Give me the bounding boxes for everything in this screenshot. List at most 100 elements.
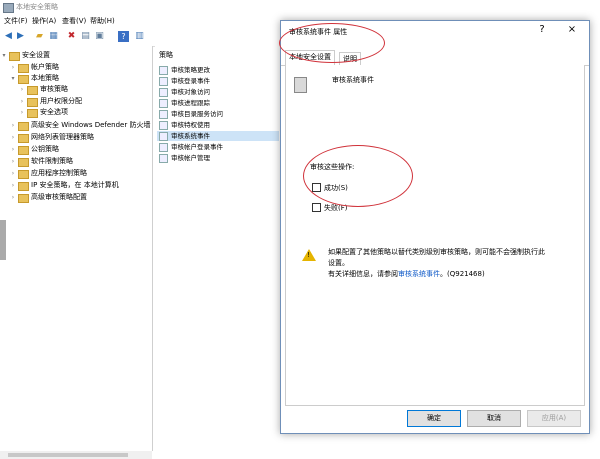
expand-arrow-icon[interactable]: › <box>18 84 26 95</box>
warning-line-2: 设置。 <box>328 259 349 267</box>
forward-icon[interactable]: ▶ <box>15 31 26 42</box>
warning-exclamation: ! <box>307 251 310 259</box>
warning-suffix: 。(Q921468) <box>440 270 485 278</box>
policy-icon <box>159 143 168 152</box>
policy-list-item[interactable]: 审核系统事件 <box>157 131 279 141</box>
annotation-ellipse-title <box>279 23 385 63</box>
expand-arrow-icon[interactable]: › <box>9 156 17 167</box>
tree-node-label: 安全选项 <box>40 108 68 116</box>
back-icon[interactable]: ◀ <box>3 31 14 42</box>
tree-node-label: 高级安全 Windows Defender 防火墙 <box>31 121 151 129</box>
app-icon <box>3 3 14 13</box>
policy-list-item[interactable]: 审核帐户登录事件 <box>157 142 279 152</box>
tree-node-label: 软件限制策略 <box>31 157 73 165</box>
policy-name: 审核系统事件 <box>332 76 374 84</box>
collapse-arrow-icon[interactable]: ▾ <box>9 73 17 84</box>
menu-bar: 文件(F) 操作(A) 查看(V) 帮助(H) <box>0 14 280 28</box>
policy-list-label: 审核登录事件 <box>171 77 210 85</box>
policy-icon <box>159 88 168 97</box>
properties-dialog: 审核系统事件 属性 ? × 本地安全设置 说明 审核系统事件 审核这些操作: 成… <box>279 20 590 434</box>
policy-icon <box>159 121 168 130</box>
scroll-thumb[interactable] <box>8 453 128 457</box>
expand-arrow-icon[interactable]: › <box>9 180 17 191</box>
menu-view[interactable]: 查看(V) <box>62 16 86 26</box>
warning-line-3: 有关详细信息，请参阅审核系统事件。(Q921468) <box>328 269 485 279</box>
menu-action[interactable]: 操作(A) <box>32 16 56 26</box>
folder-icon <box>18 134 29 143</box>
menu-help[interactable]: 帮助(H) <box>90 16 115 26</box>
expand-arrow-icon[interactable]: › <box>9 144 17 155</box>
help-link[interactable]: 审核系统事件 <box>398 270 440 278</box>
list-header[interactable]: 策略 <box>159 50 173 60</box>
policy-server-icon <box>294 77 307 93</box>
warning-prefix: 有关详细信息，请参阅 <box>328 270 398 278</box>
menu-file[interactable]: 文件(F) <box>4 16 28 26</box>
folder-icon <box>18 182 29 191</box>
folder-icon <box>27 86 38 95</box>
expand-arrow-icon[interactable]: › <box>18 96 26 107</box>
tree-pane: ▾ 安全设置 › 帐户策略 ▾ 本地策略 › 审核策略 › 用户权限分配 › 安全选项 › 高级安全 Wi… <box>0 46 153 451</box>
policy-icon <box>159 154 168 163</box>
folder-icon <box>18 146 29 155</box>
folder-icon <box>18 122 29 131</box>
expand-arrow-icon[interactable]: › <box>9 120 17 131</box>
cancel-button[interactable]: 取消 <box>467 410 521 427</box>
help-icon[interactable]: ? <box>118 31 129 42</box>
vertical-scrollbar[interactable] <box>0 220 6 260</box>
policy-icon <box>159 99 168 108</box>
ok-button[interactable]: 确定 <box>407 410 461 427</box>
folder-icon <box>18 64 29 73</box>
policy-list-label: 审核特权使用 <box>171 121 210 129</box>
horizontal-scrollbar[interactable] <box>0 451 152 459</box>
expand-arrow-icon[interactable]: › <box>18 107 26 118</box>
policy-list-item[interactable]: 审核进程跟踪 <box>157 98 279 108</box>
policy-list-label: 审核系统事件 <box>171 132 210 140</box>
expand-arrow-icon[interactable]: › <box>9 62 17 73</box>
policy-list-item[interactable]: 审核登录事件 <box>157 76 279 86</box>
folder-icon <box>9 52 20 61</box>
tree-node-label: 用户权限分配 <box>40 97 82 105</box>
tree-node-label: 安全设置 <box>22 51 50 59</box>
policy-list-item[interactable]: 审核特权使用 <box>157 120 279 130</box>
failure-checkbox[interactable] <box>312 203 321 212</box>
expand-arrow-icon[interactable]: › <box>9 168 17 179</box>
folder-icon <box>18 170 29 179</box>
policy-list-label: 审核对象访问 <box>171 88 210 96</box>
tree-node-label: 帐户策略 <box>31 63 59 71</box>
policy-list-label: 审核目录服务访问 <box>171 110 223 118</box>
apply-button[interactable]: 应用(A) <box>527 410 581 427</box>
policy-icon <box>159 77 168 86</box>
help-button[interactable]: ? <box>535 23 549 37</box>
policy-list-item[interactable]: 审核对象访问 <box>157 87 279 97</box>
warning-line-1: 如果配置了其他策略以替代类别级别审核策略，则可能不会强制执行此 <box>328 248 545 256</box>
expand-arrow-icon[interactable]: › <box>9 192 17 203</box>
close-button[interactable]: × <box>565 23 579 37</box>
delete-icon[interactable]: ✖ <box>66 31 77 42</box>
policy-list-label: 审核帐户登录事件 <box>171 143 223 151</box>
tree-node-label: 本地策略 <box>31 74 59 82</box>
expand-arrow-icon[interactable]: › <box>9 132 17 143</box>
tab-panel: 审核系统事件 审核这些操作: 成功(S) 失败(F) ! 如果配置了其他策略以替… <box>285 65 585 406</box>
toolbar: ◀ ▶ ▰ ▦ ✖ ▤ ▣ ? ▥ <box>0 28 280 47</box>
policy-list-item[interactable]: 审核策略更改 <box>157 65 279 75</box>
policy-list-label: 审核进程跟踪 <box>171 99 210 107</box>
policy-icon <box>159 110 168 119</box>
policy-icon <box>159 132 168 141</box>
annotation-ellipse-options <box>303 145 413 207</box>
export-icon[interactable]: ▣ <box>94 31 105 42</box>
collapse-arrow-icon[interactable]: ▾ <box>0 50 8 61</box>
show-hide-tree-icon[interactable]: ▦ <box>48 31 59 42</box>
policy-icon <box>159 66 168 75</box>
title-bar: 本地安全策略 <box>0 0 600 14</box>
folder-icon <box>18 158 29 167</box>
properties-icon[interactable]: ▤ <box>80 31 91 42</box>
up-folder-icon[interactable]: ▰ <box>34 31 45 42</box>
tree-node-label: 高级审核策略配置 <box>31 193 87 201</box>
folder-icon <box>27 98 38 107</box>
snapin-icon[interactable]: ▥ <box>134 31 145 42</box>
folder-icon <box>27 109 38 118</box>
policy-list-item[interactable]: 审核目录服务访问 <box>157 109 279 119</box>
policy-list-label: 审核策略更改 <box>171 66 210 74</box>
policy-list-item[interactable]: 审核帐户管理 <box>157 153 279 163</box>
tree-node-label: 网络列表管理器策略 <box>31 133 94 141</box>
